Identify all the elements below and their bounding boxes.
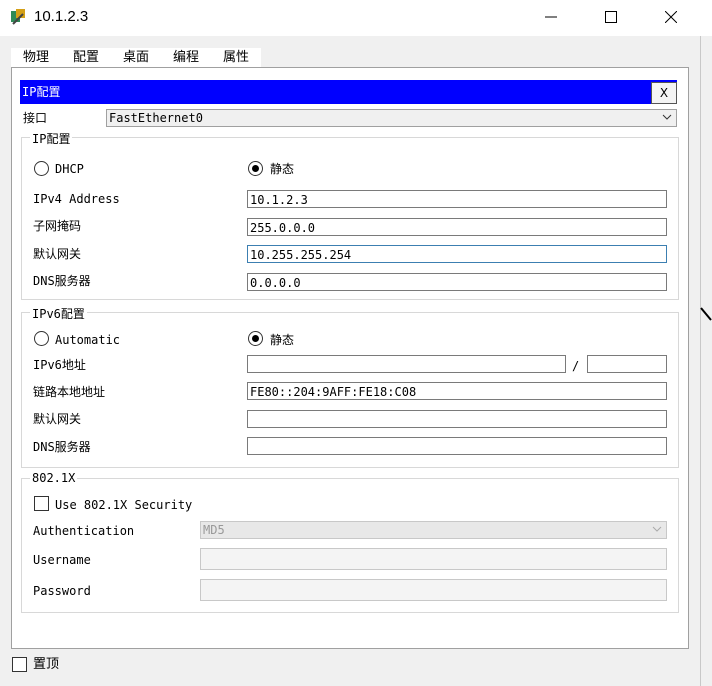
- close-icon[interactable]: [648, 0, 694, 34]
- ipv4-address-label: IPv4 Address: [33, 192, 120, 206]
- ipv6-address-field[interactable]: [247, 355, 566, 373]
- close-button[interactable]: X: [651, 82, 677, 104]
- ipv6-address-label: IPv6地址: [33, 358, 86, 372]
- subnet-mask-label: 子网掩码: [33, 219, 82, 233]
- password-label: Password: [33, 584, 91, 598]
- ipv6-dns-field[interactable]: [247, 437, 667, 455]
- interface-label: 接口: [23, 111, 48, 125]
- username-label: Username: [33, 553, 91, 567]
- prefix-slash: /: [572, 359, 580, 373]
- subnet-mask-field[interactable]: 255.0.0.0: [247, 218, 667, 236]
- link-local-field[interactable]: FE80::204:9AFF:FE18:C08: [247, 382, 667, 400]
- radio-selected-dot: [252, 335, 259, 342]
- gateway-label: 默认网关: [33, 247, 82, 261]
- tab-config[interactable]: 配置: [62, 48, 110, 68]
- tab-attributes[interactable]: 属性: [212, 48, 260, 68]
- ipv6-gateway-field[interactable]: [247, 410, 667, 428]
- password-field[interactable]: [200, 579, 667, 601]
- window-title: 10.1.2.3: [34, 8, 89, 25]
- static-label: 静态: [270, 162, 295, 176]
- static-radio[interactable]: [248, 161, 263, 176]
- ipv6-dns-label: DNS服务器: [33, 440, 91, 454]
- chevron-down-icon: [662, 110, 672, 129]
- radio-selected-dot: [252, 165, 259, 172]
- gateway-field[interactable]: 10.255.255.254: [247, 245, 667, 263]
- chevron-down-icon: [652, 522, 662, 541]
- window-border: [700, 36, 701, 686]
- maximize-icon[interactable]: [588, 0, 634, 34]
- interface-select[interactable]: FastEthernet0: [106, 109, 677, 127]
- tab-programming[interactable]: 编程: [162, 48, 210, 68]
- ipv6-static-radio[interactable]: [248, 331, 263, 346]
- link-local-label: 链路本地地址: [33, 385, 106, 399]
- pin-on-top-checkbox[interactable]: [12, 657, 27, 672]
- app-icon: [9, 7, 29, 27]
- automatic-radio[interactable]: [34, 331, 49, 346]
- dhcp-radio[interactable]: [34, 161, 49, 176]
- resize-cursor-icon: [700, 306, 712, 327]
- tab-physical[interactable]: 物理: [13, 48, 59, 68]
- authentication-label: Authentication: [33, 524, 135, 538]
- dot1x-group-title: 802.1X: [30, 471, 78, 485]
- minimize-icon[interactable]: [528, 0, 574, 34]
- dhcp-label: DHCP: [55, 162, 84, 176]
- pin-on-top-label: 置顶: [33, 657, 60, 672]
- use-8021x-checkbox[interactable]: [34, 496, 49, 511]
- ipv4-group-title: IP配置: [30, 130, 73, 147]
- use-8021x-label: Use 802.1X Security: [55, 498, 193, 512]
- ipv6-prefix-field[interactable]: [587, 355, 667, 373]
- authentication-value: MD5: [203, 523, 225, 537]
- username-field[interactable]: [200, 548, 667, 570]
- authentication-select[interactable]: MD5: [200, 521, 667, 539]
- page-title: IP配置: [20, 80, 677, 104]
- ipv6-static-label: 静态: [270, 333, 295, 347]
- automatic-label: Automatic: [55, 333, 121, 347]
- ipv6-group-title: IPv6配置: [30, 305, 87, 322]
- ipv4-address-field[interactable]: 10.1.2.3: [247, 190, 667, 208]
- dns-server-label: DNS服务器: [33, 274, 91, 288]
- ipv6-gateway-label: 默认网关: [33, 412, 82, 426]
- interface-value: FastEthernet0: [109, 111, 203, 125]
- dns-server-field[interactable]: 0.0.0.0: [247, 273, 667, 291]
